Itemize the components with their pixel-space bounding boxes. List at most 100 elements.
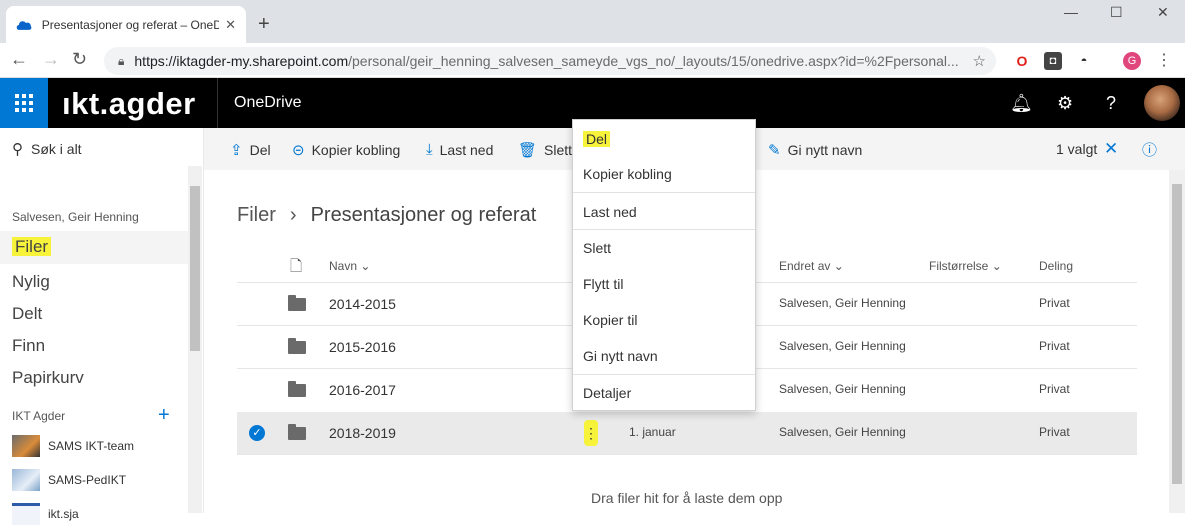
app-launcher-icon[interactable] <box>0 78 48 128</box>
row-name[interactable]: 2018-2019 <box>329 425 396 441</box>
menu-item-rename[interactable]: Gi nytt navn <box>583 348 658 364</box>
selection-count: 1 valgt <box>1056 141 1097 157</box>
download-icon: ⤓ <box>426 141 433 158</box>
gear-icon[interactable]: ⚙ <box>1057 93 1073 114</box>
menu-item-details[interactable]: Detaljer <box>583 385 631 401</box>
chevron-right-icon: › <box>289 204 297 226</box>
column-header-size[interactable]: Filstørrelse ⌄ <box>929 259 1002 273</box>
brand-logo[interactable]: ıkt.agder <box>62 86 196 122</box>
column-header-modified-by[interactable]: Endret av ⌄ <box>779 259 844 273</box>
opera-extension-icon[interactable]: O <box>1013 52 1031 70</box>
more-actions-icon[interactable]: ⋮ <box>584 420 598 446</box>
add-site-icon[interactable]: + <box>158 404 170 427</box>
site-thumbnail <box>12 469 40 491</box>
minimize-icon[interactable]: — <box>1064 4 1078 20</box>
address-bar[interactable]: 🔒︎ https://iktagder-my.sharepoint.com /p… <box>104 47 996 75</box>
scrollbar-thumb[interactable] <box>1172 184 1182 484</box>
chevron-down-icon: ⌄ <box>833 259 844 273</box>
app-name[interactable]: OneDrive <box>234 94 302 112</box>
chevron-down-icon: ⌄ <box>991 259 1002 273</box>
row-modified: 1. januar <box>629 425 676 439</box>
site-link[interactable]: ikt.sja <box>12 503 79 525</box>
share-label: Del <box>249 142 271 158</box>
trash-icon: 🗑︎ <box>518 142 538 159</box>
menu-item-copy-link[interactable]: Kopier kobling <box>583 166 672 182</box>
left-scrollbar[interactable] <box>188 166 202 513</box>
menu-separator <box>573 192 755 193</box>
header-divider <box>217 78 218 128</box>
scrollbar-thumb[interactable] <box>190 186 200 351</box>
rename-button[interactable]: ✎ Gi nytt navn <box>768 141 862 159</box>
extension-shield-icon[interactable]: ◘ <box>1044 52 1062 70</box>
tab-title: Presentasjoner og referat – OneD <box>41 17 220 32</box>
profile-avatar[interactable]: G <box>1123 52 1141 70</box>
row-sharing[interactable]: Privat <box>1039 296 1070 310</box>
selection-count-label: 1 valgt <box>1056 141 1098 157</box>
nav-item-filer[interactable]: Filer <box>12 237 52 257</box>
nav-item-delt[interactable]: Delt <box>12 304 42 324</box>
menu-separator <box>573 229 755 230</box>
maximize-icon[interactable]: ☐ <box>1110 4 1123 21</box>
folder-icon <box>288 295 306 311</box>
search-box[interactable]: ⚲ Søk i alt <box>12 140 82 158</box>
info-icon[interactable]: ⓘ <box>1142 139 1157 160</box>
row-sharing[interactable]: Privat <box>1039 339 1070 353</box>
row-name[interactable]: 2016-2017 <box>329 382 396 398</box>
forward-icon[interactable]: → <box>42 49 60 70</box>
column-header-sharing[interactable]: Deling <box>1039 259 1073 273</box>
share-icon: ⇪ <box>230 142 243 159</box>
row-sharing[interactable]: Privat <box>1039 425 1070 439</box>
copy-link-button[interactable]: ⊝ Kopier kobling <box>292 141 400 159</box>
nav-item-nylig[interactable]: Nylig <box>12 272 50 292</box>
delete-button[interactable]: 🗑︎ Slett <box>518 141 572 159</box>
close-tab-icon[interactable]: ✕ <box>225 17 236 33</box>
user-avatar[interactable] <box>1144 85 1180 121</box>
column-modified-by-label: Endret av <box>779 259 831 273</box>
browser-menu-icon[interactable]: ⋮ <box>1155 52 1173 70</box>
checkmark-icon[interactable]: ✓ <box>249 425 265 441</box>
menu-item-share[interactable]: Del <box>583 131 611 147</box>
help-icon[interactable]: ? <box>1106 93 1116 114</box>
back-icon[interactable]: ← <box>10 49 28 70</box>
row-name[interactable]: 2015-2016 <box>329 339 396 355</box>
context-menu: Del Kopier kobling Last ned Slett Flytt … <box>572 119 756 411</box>
nav-item-finn[interactable]: Finn <box>12 336 45 356</box>
bookmark-star-icon[interactable]: ☆ <box>973 52 986 70</box>
file-type-icon[interactable]: 🗋︎ <box>290 256 302 281</box>
new-tab-icon[interactable]: + <box>258 13 270 36</box>
column-header-name[interactable]: Navn ⌄ <box>329 259 370 273</box>
incognito-extension-icon[interactable]: ◓ <box>1075 52 1093 70</box>
link-icon: ⊝ <box>292 142 305 159</box>
url-host: https://iktagder-my.sharepoint.com <box>134 53 349 69</box>
menu-item-copy-to[interactable]: Kopier til <box>583 312 637 328</box>
site-link[interactable]: SAMS IKT-team <box>12 435 134 457</box>
share-button[interactable]: ⇪ Del <box>230 141 271 159</box>
table-row-selected[interactable]: ✓ 2018-2019 ⋮ 1. januar Salvesen, Geir H… <box>237 412 1137 454</box>
column-name-label: Navn <box>329 259 358 273</box>
nav-item-papirkurv[interactable]: Papirkurv <box>12 368 84 388</box>
folder-icon <box>288 424 306 440</box>
clear-selection-icon[interactable]: ✕ <box>1104 139 1118 159</box>
download-button[interactable]: ⤓ Last ned <box>426 141 493 158</box>
breadcrumb: Filer › Presentasjoner og referat <box>237 204 536 227</box>
copy-link-label: Kopier kobling <box>311 142 401 158</box>
window-close-icon[interactable]: ✕ <box>1157 4 1169 21</box>
row-modified-by: Salvesen, Geir Henning <box>779 339 906 353</box>
site-link[interactable]: SAMS-PedIKT <box>12 469 126 491</box>
drop-hint: Dra filer hit for å laste dem opp <box>591 490 783 506</box>
row-sharing[interactable]: Privat <box>1039 382 1070 396</box>
lock-icon: 🔒︎ <box>118 53 125 68</box>
browser-tab[interactable]: Presentasjoner og referat – OneD ✕ <box>6 6 246 43</box>
breadcrumb-root[interactable]: Filer <box>237 204 276 227</box>
bell-icon[interactable]: 🔔︎ <box>1010 93 1033 114</box>
main-scrollbar[interactable] <box>1169 170 1185 513</box>
menu-item-download[interactable]: Last ned <box>583 204 637 220</box>
menu-item-delete[interactable]: Slett <box>583 240 611 256</box>
reload-icon[interactable]: ↻ <box>72 49 87 70</box>
pencil-icon: ✎ <box>768 142 781 159</box>
menu-separator <box>573 374 755 375</box>
menu-item-move-to[interactable]: Flytt til <box>583 276 623 292</box>
waffle-grid-icon <box>15 94 33 112</box>
left-navigation: ⚲ Søk i alt Salvesen, Geir Henning Filer… <box>0 128 204 525</box>
row-name[interactable]: 2014-2015 <box>329 296 396 312</box>
